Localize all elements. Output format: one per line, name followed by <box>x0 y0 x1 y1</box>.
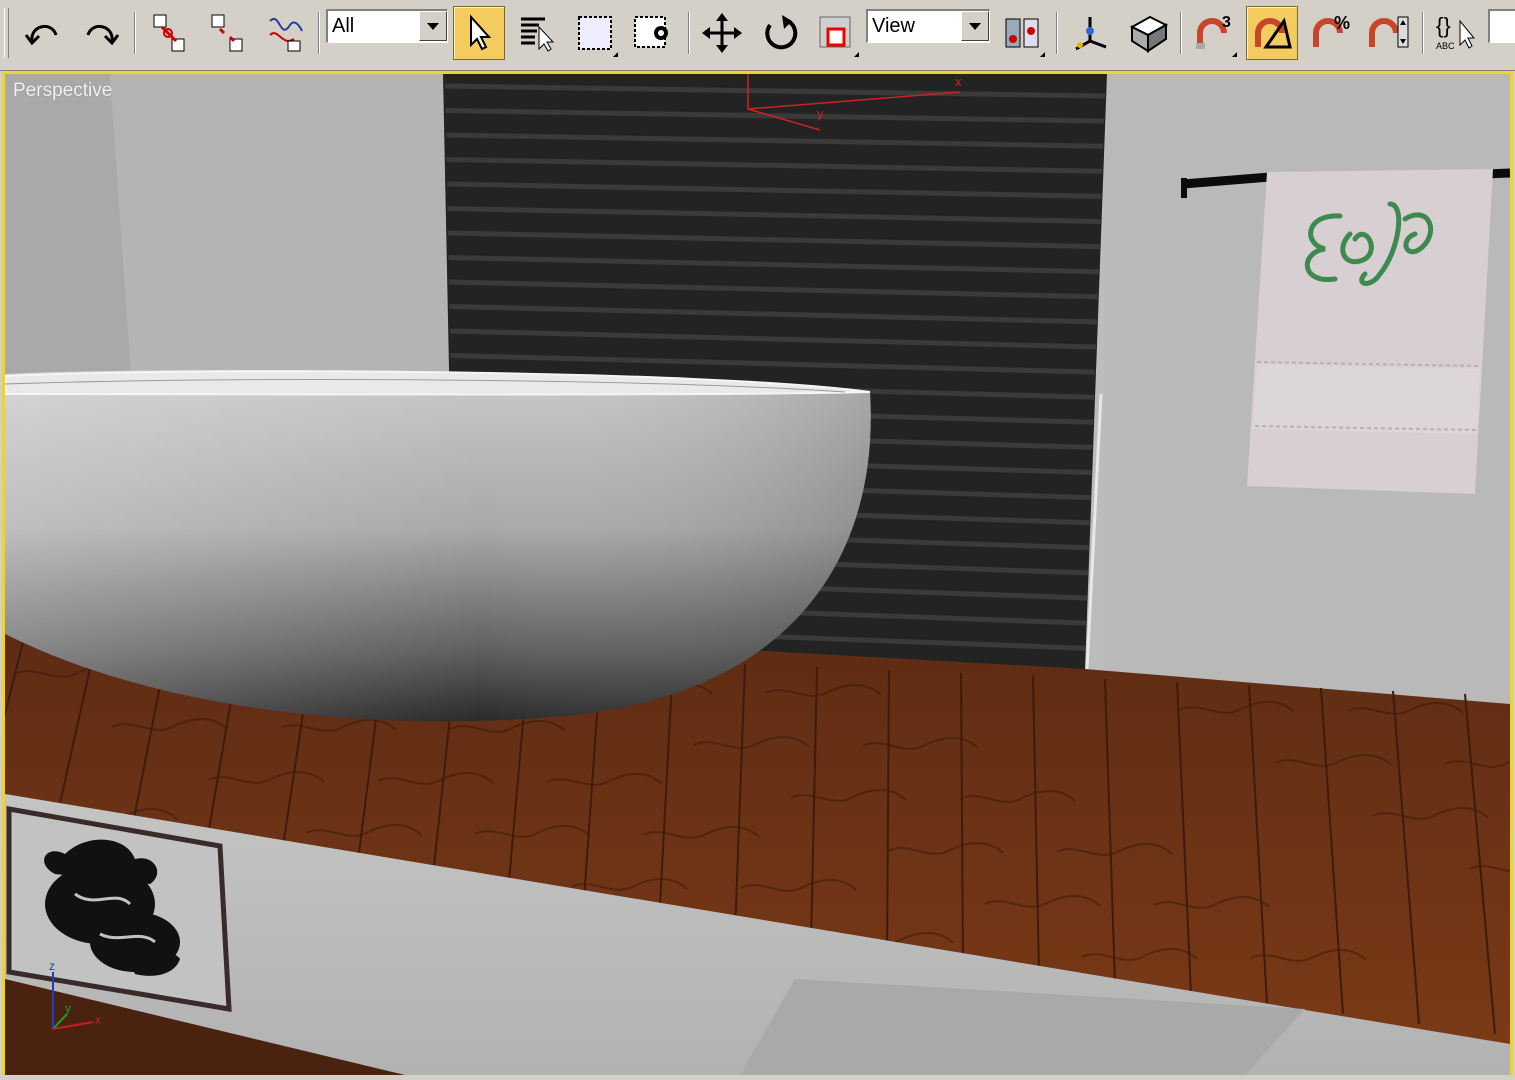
redo-button[interactable] <box>74 6 126 60</box>
selection-filter-dropdown[interactable]: All <box>326 9 448 43</box>
use-pivot-center-button[interactable] <box>996 6 1048 60</box>
edit-named-selection-sets-button[interactable]: {} ABC <box>1430 6 1482 60</box>
undo-icon <box>24 25 58 46</box>
snap-dimension-label: 3 <box>1222 14 1231 31</box>
unlink-selection-button[interactable] <box>202 6 254 60</box>
selection-filter-value: All <box>332 15 355 37</box>
axis-z-label: z <box>49 959 55 973</box>
redo-icon <box>86 25 120 46</box>
select-by-name-button[interactable] <box>511 6 563 60</box>
select-and-move-icon <box>702 13 742 53</box>
select-and-scale-button[interactable] <box>810 6 862 60</box>
status-strip <box>0 1075 1515 1080</box>
named-selection-sublabel: ABC <box>1436 41 1455 51</box>
snaps-toggle-button[interactable]: 3 <box>1188 6 1240 60</box>
select-and-rotate-icon <box>765 15 798 50</box>
gizmo-y-label: y <box>817 106 824 121</box>
angle-snap-toggle-button[interactable] <box>1246 6 1298 60</box>
select-and-manipulate-button[interactable] <box>1064 6 1116 60</box>
select-and-move-button[interactable] <box>696 6 748 60</box>
keyboard-shortcut-override-button[interactable] <box>1122 6 1174 60</box>
viewport-label[interactable]: Perspective <box>13 80 112 102</box>
window-crossing-button[interactable] <box>627 6 679 60</box>
select-by-name-icon <box>521 17 555 52</box>
select-and-link-icon <box>153 14 185 52</box>
percent-snap-label: % <box>1334 13 1350 33</box>
angle-snap-toggle-icon <box>1255 17 1292 49</box>
perspective-viewport[interactable]: x y z y x Perspective <box>2 71 1513 1078</box>
gizmo-x-label: x <box>955 74 962 89</box>
percent-snap-toggle-button[interactable]: % <box>1304 6 1356 60</box>
spinner-snap-toggle-button[interactable] <box>1362 6 1414 60</box>
monogram-towel <box>1247 169 1493 494</box>
rectangular-selection-region-icon <box>578 16 612 50</box>
keyboard-shortcut-override-icon <box>1129 15 1169 53</box>
select-object-button[interactable] <box>453 6 505 60</box>
select-and-manipulate-icon <box>1075 17 1107 51</box>
undo-button[interactable] <box>18 6 70 60</box>
use-pivot-center-icon <box>1005 18 1039 48</box>
select-and-scale-icon <box>819 16 851 48</box>
rectangular-selection-region-button[interactable] <box>569 6 621 60</box>
bind-to-space-warp-icon <box>269 17 303 52</box>
scene-render: x y z y x <box>5 74 1510 1075</box>
back-wall-left <box>110 74 460 374</box>
main-toolbar: All View 3 % {} ABC <box>0 0 1515 71</box>
axis-y-label: y <box>65 1001 71 1015</box>
chevron-down-icon[interactable] <box>961 11 989 41</box>
snaps-toggle-icon: 3 <box>1196 14 1231 49</box>
window-crossing-icon <box>634 16 668 48</box>
edit-named-selection-sets-icon: {} ABC <box>1436 13 1476 51</box>
bind-to-space-warp-button[interactable] <box>260 6 312 60</box>
chevron-down-icon[interactable] <box>419 11 447 41</box>
select-and-rotate-button[interactable] <box>754 6 806 60</box>
spinner-snap-toggle-icon <box>1369 16 1409 48</box>
percent-snap-toggle-icon: % <box>1313 13 1350 47</box>
select-object-icon <box>470 14 492 51</box>
toolbar-grip[interactable] <box>4 8 9 58</box>
reference-coordinate-system-dropdown[interactable]: View <box>866 9 990 43</box>
reference-coordinate-system-value: View <box>872 15 915 37</box>
select-and-link-button[interactable] <box>144 6 196 60</box>
unlink-selection-icon <box>211 14 243 52</box>
axis-x-label: x <box>95 1013 101 1027</box>
named-selection-sets-field[interactable] <box>1488 9 1515 43</box>
named-selection-label: {} <box>1436 13 1451 38</box>
